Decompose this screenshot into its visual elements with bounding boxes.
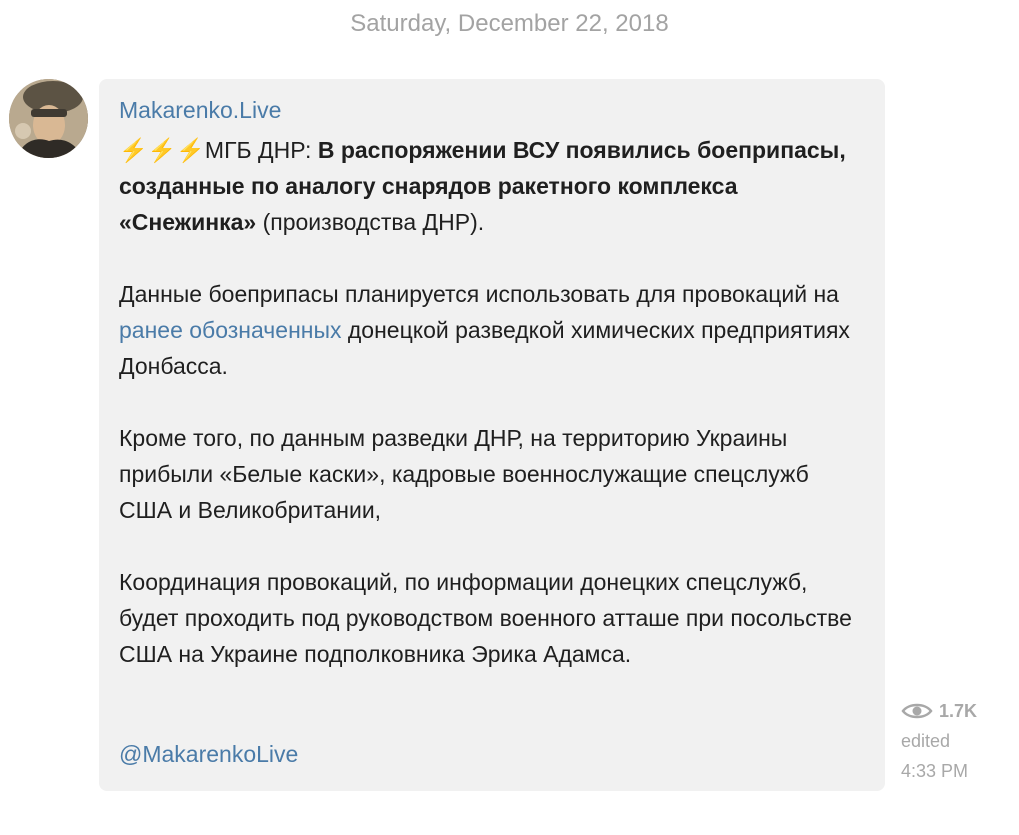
p1-prefix: МГБ ДНР: [204,137,318,163]
inline-link[interactable]: ранее обозначенных [119,317,342,343]
views-count: 1.7K [939,700,978,721]
message-bubble: Makarenko.Live ⚡⚡⚡МГБ ДНР: В распоряжени… [99,79,885,791]
message-meta: 1.7K edited 4:33 PM [901,698,977,784]
channel-name[interactable]: Makarenko.Live [119,97,281,124]
channel-avatar[interactable] [9,79,88,158]
paragraph-3: Кроме того, по данным разведки ДНР, на т… [119,425,809,523]
message-text: ⚡⚡⚡МГБ ДНР: В распоряжении ВСУ появились… [119,132,859,672]
message-time: 4:33 PM [901,761,969,781]
avatar-image [9,79,88,158]
eye-icon [901,703,933,719]
paragraph-1: ⚡⚡⚡МГБ ДНР: В распоряжении ВСУ появились… [119,132,859,240]
p1-suffix: (производства ДНР). [256,209,485,235]
date-header: Saturday, December 22, 2018 [350,10,669,37]
p2-before-link: Данные боеприпасы планируется использова… [119,281,839,307]
paragraph-2: Данные боеприпасы планируется использова… [119,276,859,384]
views-counter: 1.7K [901,698,977,724]
lightning-emoji: ⚡⚡⚡ [119,137,205,163]
edited-label: edited [901,731,951,751]
channel-handle-link[interactable]: @MakarenkoLive [119,741,298,768]
paragraph-4: Координация провокаций, по информации до… [119,569,852,667]
